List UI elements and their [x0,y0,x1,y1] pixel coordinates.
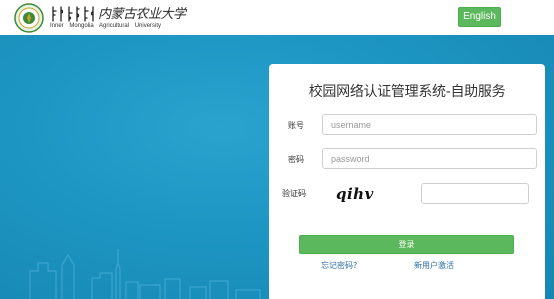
captcha-image[interactable]: qihv [336,182,381,206]
captcha-label: 验证码 [282,189,306,198]
university-emblem-icon [14,3,44,33]
english-language-button[interactable]: English [458,7,501,27]
account-label: 账号 [288,121,304,130]
password-input[interactable] [322,148,537,169]
captcha-input[interactable] [421,183,529,204]
header-bar: 内蒙古农业大学 Inner Mongolia Agricultural Univ… [0,0,554,35]
username-input[interactable] [322,114,537,135]
login-button[interactable]: 登录 [299,235,514,254]
forgot-password-link[interactable]: 忘记密码? [321,260,357,271]
mongolian-script-logo [52,6,94,22]
university-name-en: Inner Mongolia Agricultural University [50,23,162,29]
login-panel: 校园网络认证管理系统-自助服务 账号 密码 验证码 qihv 登录 忘记密码? … [269,64,545,299]
login-title: 校园网络认证管理系统-自助服务 [308,84,506,100]
new-user-activation-link[interactable]: 新用户激活 [414,260,454,271]
password-label: 密码 [288,155,304,164]
university-name-cn: 内蒙古农业大学 [98,7,186,22]
